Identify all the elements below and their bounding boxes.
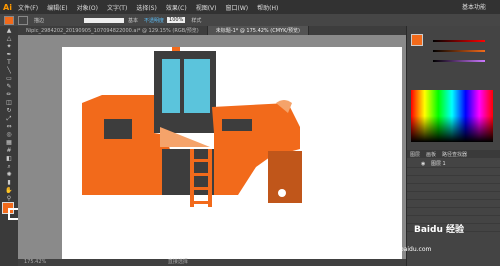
canvas-area[interactable] bbox=[18, 35, 406, 259]
style-label[interactable]: 样式 bbox=[191, 17, 201, 24]
pen-tool-icon[interactable]: ✒ bbox=[1, 51, 17, 58]
stroke-color-chip[interactable] bbox=[18, 15, 28, 25]
color-slider-g[interactable] bbox=[433, 50, 485, 52]
rotate-tool-icon[interactable]: ↻ bbox=[1, 107, 17, 114]
symbol-sprayer-icon[interactable]: ✺ bbox=[1, 171, 17, 178]
gradient-tool-icon[interactable]: ◧ bbox=[1, 155, 17, 162]
menu-type[interactable]: 文字(T) bbox=[107, 3, 127, 12]
menu-select[interactable]: 选择(S) bbox=[136, 3, 157, 12]
menu-file[interactable]: 文件(F) bbox=[18, 3, 38, 12]
tab-artboards[interactable]: 画板 bbox=[423, 150, 439, 158]
scale-tool-icon[interactable]: ⤢ bbox=[1, 115, 17, 122]
menu-effect[interactable]: 效果(C) bbox=[166, 3, 187, 12]
color-fill-swatch[interactable] bbox=[411, 34, 423, 46]
app-logo: Ai bbox=[3, 2, 12, 12]
mesh-tool-icon[interactable]: # bbox=[1, 147, 17, 154]
zoom-level[interactable]: 175.42% bbox=[24, 259, 46, 265]
tractor-illustration[interactable] bbox=[62, 45, 402, 259]
menu-bar: Ai 文件(F) 编辑(E) 对象(O) 文字(T) 选择(S) 效果(C) 视… bbox=[0, 0, 500, 14]
side-vent-right bbox=[222, 119, 252, 131]
side-vent-left bbox=[104, 119, 132, 139]
tab-pathfinder[interactable]: 路径查找器 bbox=[439, 150, 470, 158]
direct-selection-tool-icon[interactable]: △ bbox=[1, 35, 17, 42]
watermark-logo: Baidu 经验 bbox=[414, 225, 465, 235]
eraser-tool-icon[interactable]: ◫ bbox=[1, 99, 17, 106]
status-bar: 175.42% 直接选择 bbox=[18, 259, 406, 266]
tab-nipic-file[interactable]: Nipic_2984202_20190905_107094822000.ai* … bbox=[18, 26, 208, 35]
stroke-label: 描边 bbox=[34, 17, 45, 24]
perspective-grid-icon[interactable]: ▦ bbox=[1, 139, 17, 146]
watermark-url: jingyan.baidu.com bbox=[376, 246, 432, 253]
menu-help[interactable]: 帮助(H) bbox=[257, 3, 278, 12]
layers-panel-tabs: 图层 画板 路径查找器 bbox=[407, 150, 500, 158]
artboard[interactable] bbox=[62, 45, 402, 259]
exhaust-cap bbox=[172, 45, 180, 51]
menu-window[interactable]: 窗口(W) bbox=[226, 3, 249, 12]
graph-tool-icon[interactable]: ▮ bbox=[1, 179, 17, 186]
control-bar: 描边 基本 不透明度 100% 样式 bbox=[0, 14, 500, 26]
opacity-value[interactable]: 100% bbox=[167, 17, 186, 23]
menu-object[interactable]: 对象(O) bbox=[77, 3, 98, 12]
eyedropper-icon[interactable]: ⌕ bbox=[1, 163, 17, 170]
tab-layers[interactable]: 图层 bbox=[407, 150, 423, 158]
list-item[interactable] bbox=[407, 208, 500, 216]
list-item[interactable] bbox=[407, 184, 500, 192]
fill-color-chip[interactable] bbox=[4, 15, 14, 25]
brush-style[interactable]: 基本 bbox=[128, 17, 138, 24]
current-tool: 直接选择 bbox=[167, 259, 188, 265]
document-tabs: Nipic_2984202_20190905_107094822000.ai* … bbox=[18, 26, 406, 35]
stroke-profile-preview[interactable] bbox=[84, 17, 125, 23]
zoom-tool-icon[interactable]: ⚲ bbox=[1, 195, 17, 202]
color-slider-b[interactable] bbox=[433, 60, 485, 62]
line-tool-icon[interactable]: ╲ bbox=[1, 67, 17, 74]
tools-panel: ▲ △ ✦ ✒ T ╲ ▭ ✎ ✏ ◫ ↻ ⤢ ⇔ ◎ ▦ # ◧ ⌕ ✺ ▮ … bbox=[0, 26, 20, 266]
hand-tool-icon[interactable]: ✋ bbox=[1, 187, 17, 194]
cab-window-left bbox=[162, 59, 180, 113]
list-item[interactable] bbox=[407, 200, 500, 208]
ladder-step bbox=[190, 173, 212, 176]
ladder-right-rail bbox=[208, 149, 212, 207]
layer-name[interactable]: 图层 1 bbox=[431, 161, 446, 167]
width-tool-icon[interactable]: ⇔ bbox=[1, 123, 17, 130]
opacity-label[interactable]: 不透明度 bbox=[144, 17, 164, 24]
color-spectrum[interactable] bbox=[411, 90, 493, 142]
ladder-left-rail bbox=[190, 149, 194, 207]
rectangle-tool-icon[interactable]: ▭ bbox=[1, 75, 17, 82]
color-slider-r[interactable] bbox=[433, 40, 485, 42]
workspace-switcher[interactable]: 基本功能 bbox=[462, 2, 486, 11]
pencil-tool-icon[interactable]: ✏ bbox=[1, 91, 17, 98]
layer-row[interactable]: ◉ 图层 1 bbox=[407, 160, 500, 168]
brush-tool-icon[interactable]: ✎ bbox=[1, 83, 17, 90]
list-item[interactable] bbox=[407, 168, 500, 176]
magic-wand-icon[interactable]: ✦ bbox=[1, 43, 17, 50]
shape-builder-icon[interactable]: ◎ bbox=[1, 131, 17, 138]
menu-edit[interactable]: 编辑(E) bbox=[47, 3, 67, 12]
type-tool-icon[interactable]: T bbox=[1, 59, 17, 66]
ladder-step bbox=[190, 201, 212, 204]
list-item[interactable] bbox=[407, 176, 500, 184]
list-item[interactable] bbox=[407, 192, 500, 200]
eye-icon[interactable]: ◉ bbox=[421, 161, 425, 167]
selection-tool-icon[interactable]: ▲ bbox=[1, 27, 17, 34]
cab-window-right bbox=[184, 59, 210, 113]
tab-untitled[interactable]: 未标题-1* @ 175.42% (CMYK/预览) bbox=[207, 26, 309, 35]
ladder-step bbox=[190, 187, 212, 190]
menu-view[interactable]: 视图(V) bbox=[196, 3, 217, 12]
ladder-step bbox=[190, 159, 212, 162]
rear-bolt bbox=[278, 189, 286, 197]
